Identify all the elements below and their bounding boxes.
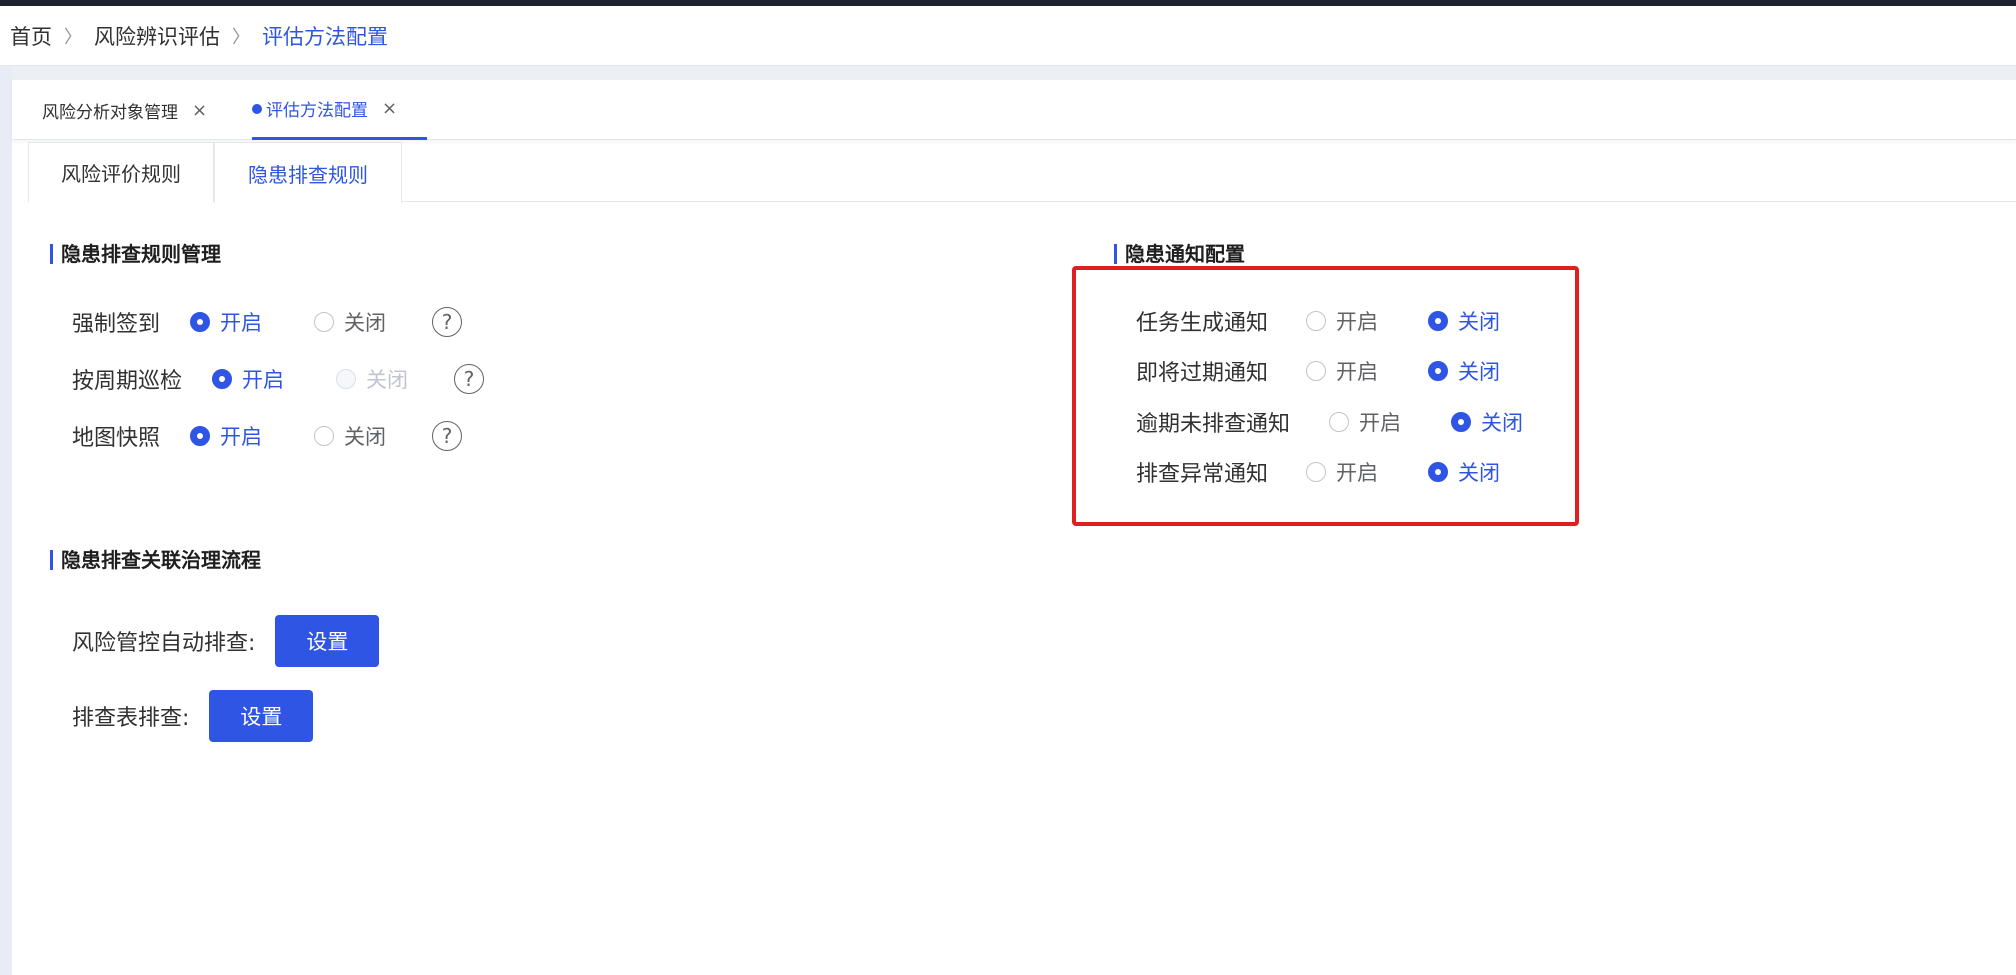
rule-row-force-signin: 强制签到 开启 关闭 ? xyxy=(72,302,462,342)
active-dot-icon xyxy=(252,103,262,114)
subtab-hazard-check-rules[interactable]: 隐患排查规则 xyxy=(214,142,402,203)
rule-label: 地图快照 xyxy=(72,426,161,451)
radio-circle xyxy=(190,312,210,332)
radio-label: 关闭 xyxy=(344,311,386,335)
breadcrumb-home[interactable]: 首页 xyxy=(10,21,52,51)
radio-label: 关闭 xyxy=(366,368,408,392)
breadcrumb: 首页 〉 风险辨识评估 〉 评估方法配置 xyxy=(0,6,2016,66)
radio-on[interactable]: 开启 xyxy=(190,307,314,337)
close-icon[interactable]: × xyxy=(192,100,207,121)
highlight-annotation-box xyxy=(1072,266,1579,526)
section-title-flow: 隐患排查关联治理流程 xyxy=(50,550,261,570)
help-icon[interactable]: ? xyxy=(432,307,462,337)
tab-evaluation-config[interactable]: 评估方法配置 × xyxy=(252,80,428,140)
radio-circle xyxy=(336,369,356,389)
breadcrumb-risk-assessment[interactable]: 风险辨识评估 xyxy=(94,21,220,51)
radio-off[interactable]: 关闭 xyxy=(314,421,432,451)
close-icon[interactable]: × xyxy=(382,98,397,119)
chevron-right-icon: 〉 xyxy=(64,26,82,48)
settings-button[interactable]: 设置 xyxy=(275,615,380,667)
rule-row-map-snapshot: 地图快照 开启 关闭 ? xyxy=(72,416,462,456)
breadcrumb-current: 评估方法配置 xyxy=(262,24,388,49)
flow-row-checklist: 排查表排查: 设置 xyxy=(72,689,314,743)
rule-label: 按周期巡检 xyxy=(72,369,183,394)
radio-on[interactable]: 开启 xyxy=(190,421,314,451)
sub-tabs: 风险评价规则 隐患排查规则 xyxy=(28,142,2016,203)
tab-label: 评估方法配置 xyxy=(266,101,368,121)
radio-off[interactable]: 关闭 xyxy=(314,307,432,337)
radio-off: 关闭 xyxy=(336,364,454,394)
radio-circle xyxy=(314,312,334,332)
radio-label: 开启 xyxy=(220,425,262,449)
main-panel: 风险分析对象管理 × 评估方法配置 × 风险评价规则 隐患排查规则 隐患排查规则… xyxy=(12,80,2016,975)
subtab-risk-evaluation-rules[interactable]: 风险评价规则 xyxy=(28,142,214,202)
section-title-rules: 隐患排查规则管理 xyxy=(50,244,221,264)
radio-circle xyxy=(314,426,334,446)
help-icon[interactable]: ? xyxy=(454,364,484,394)
radio-label: 开启 xyxy=(242,368,284,392)
section-title-notify: 隐患通知配置 xyxy=(1114,244,1245,264)
left-gutter xyxy=(0,66,12,975)
radio-circle xyxy=(190,426,210,446)
tab-risk-object-management[interactable]: 风险分析对象管理 × xyxy=(42,80,207,140)
settings-button[interactable]: 设置 xyxy=(209,690,314,742)
chevron-right-icon: 〉 xyxy=(232,26,250,48)
rule-label: 强制签到 xyxy=(72,312,161,337)
flow-label: 排查表排查: xyxy=(72,706,190,731)
help-icon[interactable]: ? xyxy=(432,421,462,451)
tab-label: 风险分析对象管理 xyxy=(42,102,178,123)
rule-row-periodic-patrol: 按周期巡检 开启 关闭 ? xyxy=(72,359,484,399)
flow-row-risk-auto: 风险管控自动排查: 设置 xyxy=(72,614,380,668)
page-tabs: 风险分析对象管理 × 评估方法配置 × xyxy=(12,80,2016,140)
flow-label: 风险管控自动排查: xyxy=(72,631,256,656)
radio-label: 开启 xyxy=(220,311,262,335)
radio-label: 关闭 xyxy=(344,425,386,449)
radio-circle xyxy=(212,369,232,389)
radio-on[interactable]: 开启 xyxy=(212,364,336,394)
